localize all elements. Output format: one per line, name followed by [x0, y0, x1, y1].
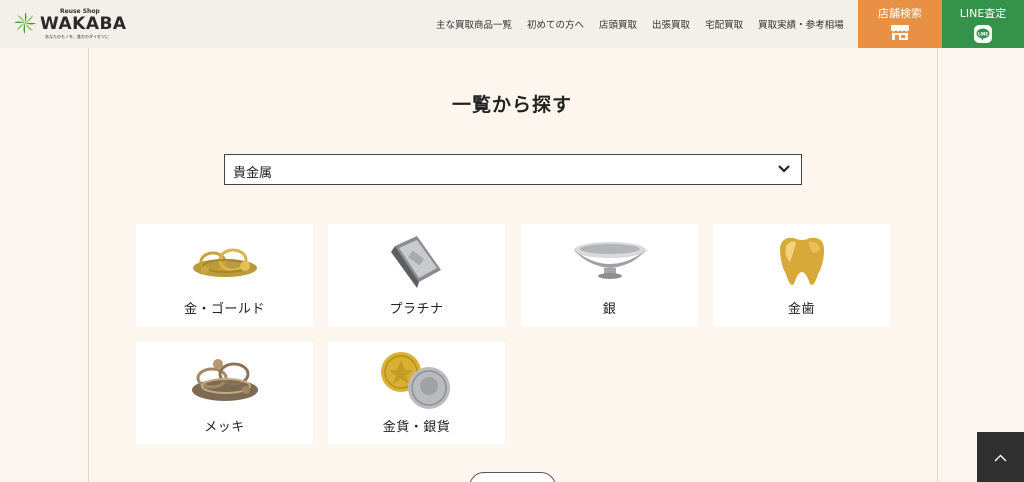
more-button[interactable] [469, 472, 556, 482]
platinum-bar-image [390, 236, 441, 288]
silver-cup-image [573, 242, 646, 279]
nav-item-store-purchase[interactable]: 店頭買取 [599, 17, 637, 31]
store-icon [891, 25, 909, 40]
category-label-gold: 金・ゴールド [183, 302, 265, 317]
category-card-gold[interactable]: 金・ゴールド [136, 224, 313, 326]
category-label-gold-tooth: 金歯 [787, 302, 815, 317]
category-label-coins: 金貨・銀貨 [382, 420, 451, 435]
back-to-top-button[interactable] [977, 432, 1024, 482]
category-card-coins[interactable]: 金貨・銀貨 [328, 342, 505, 444]
nav-item-products[interactable]: 主な買取商品一覧 [436, 17, 512, 31]
store-search-button[interactable]: 店舗検索 [858, 0, 942, 48]
gold-jewelry-image [192, 248, 257, 277]
site-header: Reuse Shop WAKABA あなたのモノを、誰かのダイセツに 主な買取商… [0, 0, 1024, 48]
gold-tooth-image [779, 237, 824, 285]
chevron-up-icon [994, 454, 1007, 462]
category-select[interactable]: 貴金属 [224, 154, 802, 185]
category-label-silver: 銀 [602, 302, 617, 317]
nav-item-results[interactable]: 買取実績・参考相場 [758, 17, 844, 31]
svg-text:LINE: LINE [978, 31, 988, 36]
category-label-platinum: プラチナ [389, 302, 444, 317]
category-card-plated[interactable]: メッキ [136, 342, 313, 444]
category-label-plated: メッキ [204, 420, 245, 435]
chevron-down-icon [778, 165, 790, 173]
category-card-gold-tooth[interactable]: 金歯 [713, 224, 890, 326]
category-card-silver[interactable]: 銀 [521, 224, 698, 326]
site-logo[interactable]: Reuse Shop WAKABA あなたのモノを、誰かのダイセツに [12, 8, 130, 42]
category-card-platinum[interactable]: プラチナ [328, 224, 505, 326]
nav-item-delivery-purchase[interactable]: 宅配買取 [705, 17, 743, 31]
nav-item-visit-purchase[interactable]: 出張買取 [652, 17, 690, 31]
category-select-value: 貴金属 [233, 166, 273, 181]
main-nav: 主な買取商品一覧 初めての方へ 店頭買取 出張買取 宅配買取 買取実績・参考相場 [436, 17, 859, 31]
nav-item-first-time[interactable]: 初めての方へ [527, 17, 584, 31]
leaf-icon [14, 12, 36, 34]
plated-jewelry-image [191, 359, 258, 401]
line-icon: LINE [974, 25, 992, 43]
logo-tagline: あなたのモノを、誰かのダイセツに [45, 34, 109, 39]
page-title: 一覧から探す [451, 94, 572, 116]
gold-silver-coins-image [380, 352, 450, 409]
line-assessment-label: LINE査定 [959, 7, 1007, 20]
logo-brand: WAKABA [40, 14, 127, 34]
store-search-label: 店舗検索 [878, 7, 922, 20]
line-assessment-button[interactable]: LINE査定 LINE [942, 0, 1024, 48]
